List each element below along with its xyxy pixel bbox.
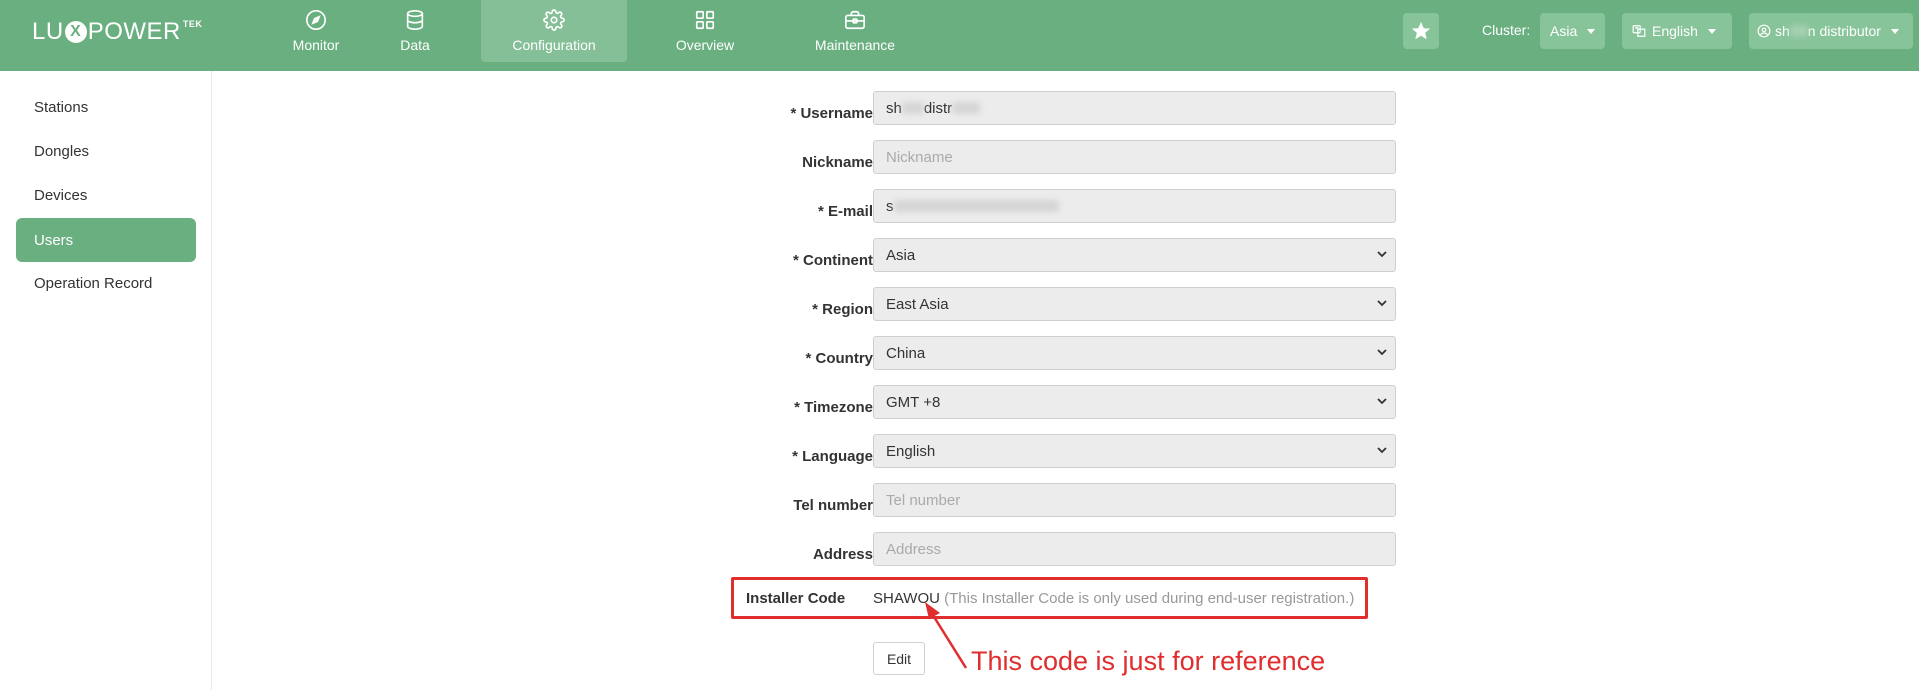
user-detail-form: * Username sh distr Nickname Nickname * … (212, 71, 1919, 690)
translate-icon (1632, 25, 1646, 37)
gear-icon (543, 9, 565, 31)
top-navigation-bar: LU X POWER TEK Monitor Data Configuratio… (0, 0, 1919, 71)
user-name-prefix: sh (1775, 23, 1790, 39)
chevron-down-icon (1587, 28, 1596, 34)
sidebar-item-label: Devices (34, 186, 88, 204)
sidebar-item-devices[interactable]: Devices (16, 173, 196, 217)
cluster-value: Asia (1550, 23, 1578, 39)
sidebar-item-label: Stations (34, 98, 89, 116)
logo-text-power: POWER (87, 18, 181, 45)
compass-icon (306, 10, 326, 30)
logo-x-mark: X (64, 21, 87, 43)
toolbox-icon (845, 10, 865, 30)
nav-maintenance-label: Maintenance (814, 37, 896, 53)
logo-text-tek: TEK (182, 19, 203, 29)
nav-configuration[interactable]: Configuration (481, 0, 627, 62)
nav-overview-label: Overview (675, 37, 735, 53)
sidebar-item-label: Dongles (34, 142, 90, 160)
favorites-button[interactable] (1403, 13, 1439, 49)
sidebar-item-label: Users (34, 231, 74, 249)
language-value: English (1652, 23, 1698, 39)
nav-monitor-label: Monitor (292, 37, 340, 53)
luxpower-logo[interactable]: LU X POWER TEK (32, 17, 202, 47)
nav-data-label: Data (400, 37, 430, 53)
sidebar: Stations Dongles Devices Users Operation… (0, 71, 212, 690)
nav-overview[interactable]: Overview (659, 0, 751, 62)
sidebar-item-dongles[interactable]: Dongles (16, 129, 196, 173)
user-name-suffix: n distributor (1807, 23, 1881, 39)
chevron-down-icon (1890, 28, 1899, 34)
grid-icon (695, 10, 715, 30)
chevron-down-icon (1707, 28, 1716, 34)
redacted-blur (1789, 25, 1808, 37)
nav-maintenance[interactable]: Maintenance (805, 0, 905, 62)
language-dropdown[interactable]: English (1622, 13, 1732, 49)
cluster-label: Cluster: (1482, 22, 1531, 38)
sidebar-item-operation-record[interactable]: Operation Record (16, 261, 196, 305)
database-icon (406, 10, 424, 30)
sidebar-item-label: Operation Record (34, 274, 153, 292)
user-avatar-icon (1757, 24, 1771, 38)
cluster-dropdown[interactable]: Asia (1540, 13, 1605, 49)
user-menu[interactable]: sh n distributor (1749, 13, 1913, 49)
nav-monitor[interactable]: Monitor (266, 0, 366, 62)
annotation-arrow-icon (925, 602, 968, 669)
star-icon (1411, 21, 1431, 40)
nav-configuration-label: Configuration (512, 37, 596, 53)
annotation-text: This code is just for reference (971, 646, 1326, 676)
sidebar-item-users[interactable]: Users (16, 218, 196, 262)
nav-data[interactable]: Data (385, 0, 445, 62)
logo-text-lu: LU (32, 18, 64, 45)
sidebar-item-stations[interactable]: Stations (16, 85, 196, 129)
